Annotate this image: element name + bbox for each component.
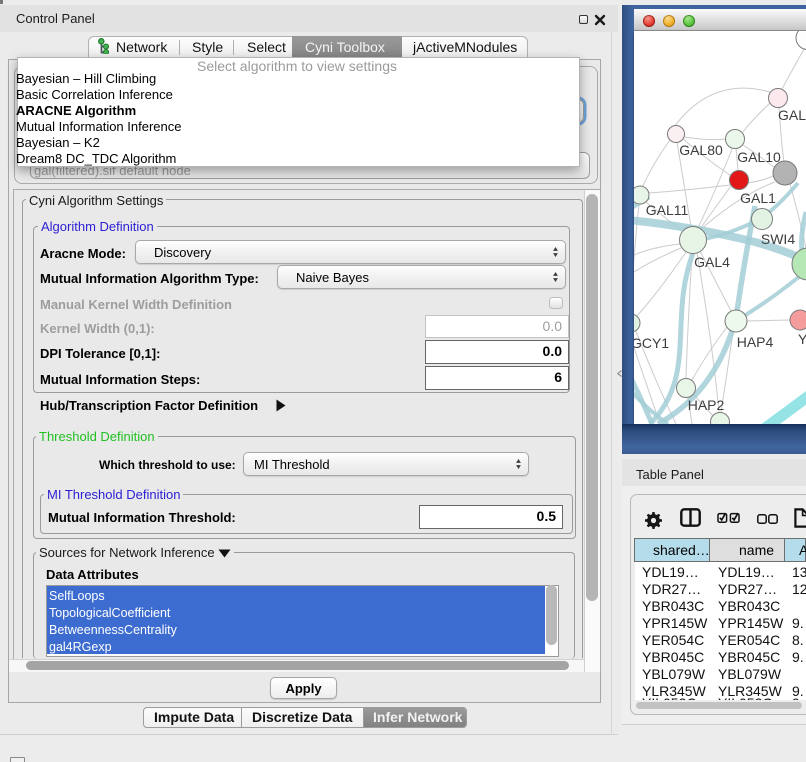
svg-text:GAL4: GAL4: [694, 254, 730, 270]
svg-text:GAL10: GAL10: [737, 149, 781, 165]
svg-text:HAP2: HAP2: [688, 397, 725, 413]
svg-text:GAL1: GAL1: [740, 190, 776, 206]
svg-text:GAL11: GAL11: [646, 202, 689, 218]
svg-text:GAL80: GAL80: [679, 142, 723, 158]
svg-text:GCY1: GCY1: [634, 335, 669, 351]
svg-text:Y: Y: [798, 331, 806, 347]
svg-text:GAL7: GAL7: [778, 107, 806, 123]
svg-text:HAP4: HAP4: [737, 334, 774, 350]
svg-text:SWI4: SWI4: [761, 231, 795, 247]
